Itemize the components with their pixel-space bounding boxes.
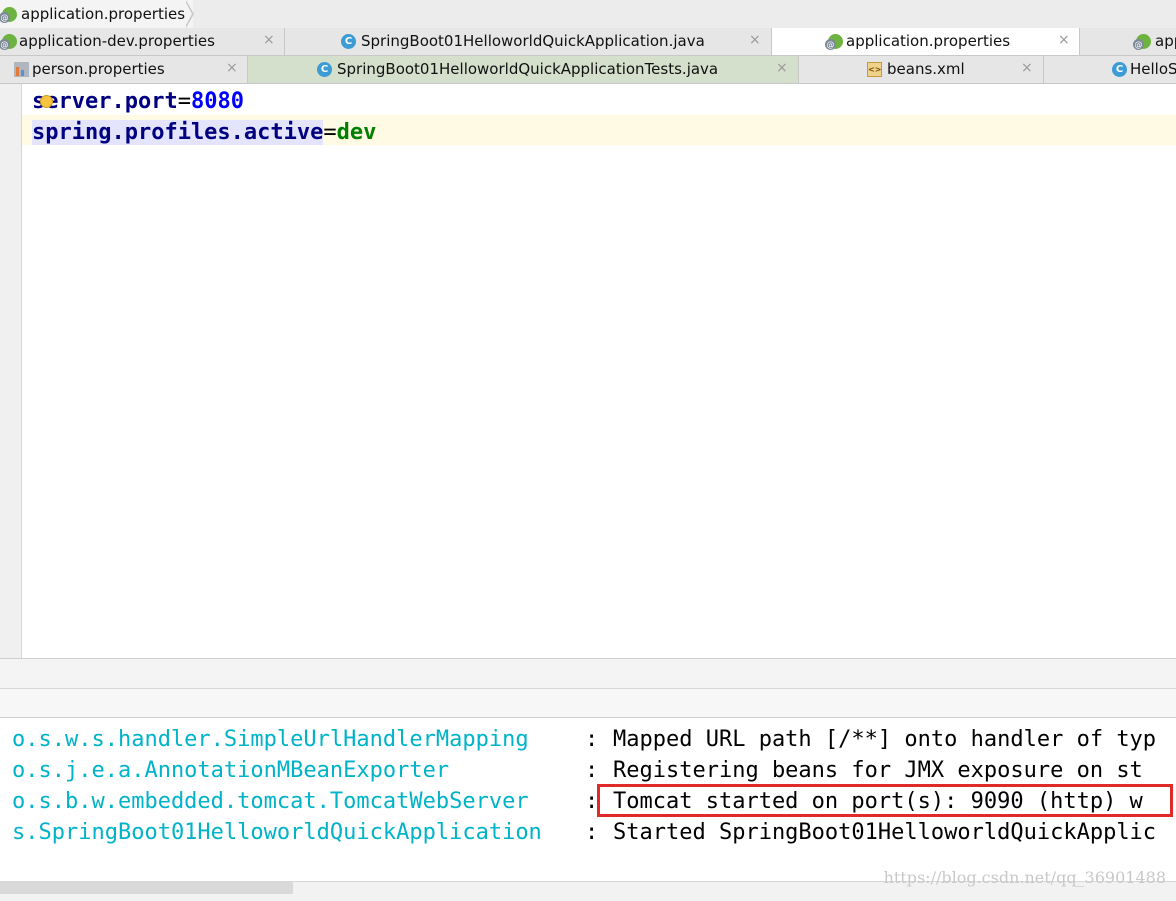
close-tab-icon[interactable]: × xyxy=(1058,32,1070,48)
equals-sign: = xyxy=(177,89,191,114)
scrollbar-thumb[interactable] xyxy=(0,882,293,894)
class-icon: C xyxy=(317,62,332,77)
tab-hello-overflow[interactable]: C HelloS xyxy=(1044,56,1176,83)
tab-label: beans.xml xyxy=(887,60,965,78)
close-tab-icon[interactable]: × xyxy=(776,60,788,76)
tab-label: app xyxy=(1155,32,1176,50)
tab-application-dev-properties[interactable]: application-dev.properties × xyxy=(0,28,285,55)
spring-config-icon xyxy=(825,34,843,50)
spring-config-icon xyxy=(1133,34,1151,50)
navigation-bar: application.properties xyxy=(0,0,1176,28)
close-tab-icon[interactable]: × xyxy=(263,32,275,48)
equals-sign: = xyxy=(323,120,337,145)
log-message: Started SpringBoot01HelloworldQuickAppli… xyxy=(613,820,1157,845)
tab-label: application.properties xyxy=(846,32,1011,50)
tab-label: HelloS xyxy=(1130,60,1176,78)
spring-config-icon xyxy=(0,6,17,23)
spring-config-icon xyxy=(0,34,17,50)
close-tab-icon[interactable]: × xyxy=(1021,60,1033,76)
tab-label: person.properties xyxy=(32,60,165,78)
property-key: spring.profiles.active xyxy=(32,120,324,145)
code-line-2[interactable]: spring.profiles.active=dev xyxy=(32,118,376,148)
breadcrumb-file[interactable]: application.properties xyxy=(0,0,194,28)
tab-label: SpringBoot01HelloworldQuickApplicationTe… xyxy=(337,60,719,78)
property-value: dev xyxy=(336,120,377,145)
tab-label: application-dev.properties xyxy=(19,32,215,50)
tab-springboot-application-tests-java[interactable]: C SpringBoot01HelloworldQuickApplication… xyxy=(248,56,799,83)
log-logger: o.s.b.w.embedded.tomcat.TomcatWebServer xyxy=(12,789,529,814)
properties-file-icon xyxy=(14,62,29,77)
editor-status-strip xyxy=(0,658,1176,689)
log-logger: o.s.j.e.a.AnnotationMBeanExporter xyxy=(12,758,450,783)
tool-window-header xyxy=(0,689,1176,718)
breadcrumb-file-label: application.properties xyxy=(21,5,186,23)
class-icon: C xyxy=(1112,62,1127,77)
breadcrumb-separator-icon xyxy=(185,0,194,28)
code-editor[interactable]: server.port=8080 spring.profiles.active=… xyxy=(0,84,1176,658)
close-tab-icon[interactable]: × xyxy=(749,32,761,48)
log-message: Mapped URL path [/**] onto handler of ty… xyxy=(613,727,1157,752)
tab-beans-xml[interactable]: <> beans.xml × xyxy=(799,56,1044,83)
property-key: server.port xyxy=(32,89,178,114)
tab-application-properties[interactable]: application.properties × xyxy=(772,28,1080,55)
tab-label: SpringBoot01HelloworldQuickApplication.j… xyxy=(361,32,705,50)
tab-app-overflow[interactable]: app xyxy=(1080,28,1176,55)
intention-lightbulb-icon[interactable] xyxy=(41,96,52,107)
log-colon: : xyxy=(585,727,599,752)
editor-gutter[interactable] xyxy=(0,84,22,658)
log-colon: : xyxy=(585,820,599,845)
xml-file-icon: <> xyxy=(867,62,882,77)
tab-person-properties[interactable]: person.properties × xyxy=(0,56,248,83)
property-value: 8080 xyxy=(190,89,244,114)
log-message: Registering beans for JMX exposure on st xyxy=(613,758,1143,783)
log-logger: o.s.w.s.handler.SimpleUrlHandlerMapping xyxy=(12,727,529,752)
watermark: https://blog.csdn.net/qq_36901488 xyxy=(883,868,1166,887)
log-colon: : xyxy=(585,758,599,783)
editor-tabs-row-2: person.properties × C SpringBoot01Hellow… xyxy=(0,56,1176,84)
close-tab-icon[interactable]: × xyxy=(226,60,238,76)
tab-springboot-application-java[interactable]: C SpringBoot01HelloworldQuickApplication… xyxy=(285,28,772,55)
editor-tabs-row-1: application-dev.properties × C SpringBoo… xyxy=(0,28,1176,56)
log-logger: s.SpringBoot01HelloworldQuickApplication xyxy=(12,820,542,845)
highlight-box xyxy=(597,784,1173,817)
class-icon: C xyxy=(341,34,356,49)
code-line-1[interactable]: server.port=8080 xyxy=(32,87,244,117)
